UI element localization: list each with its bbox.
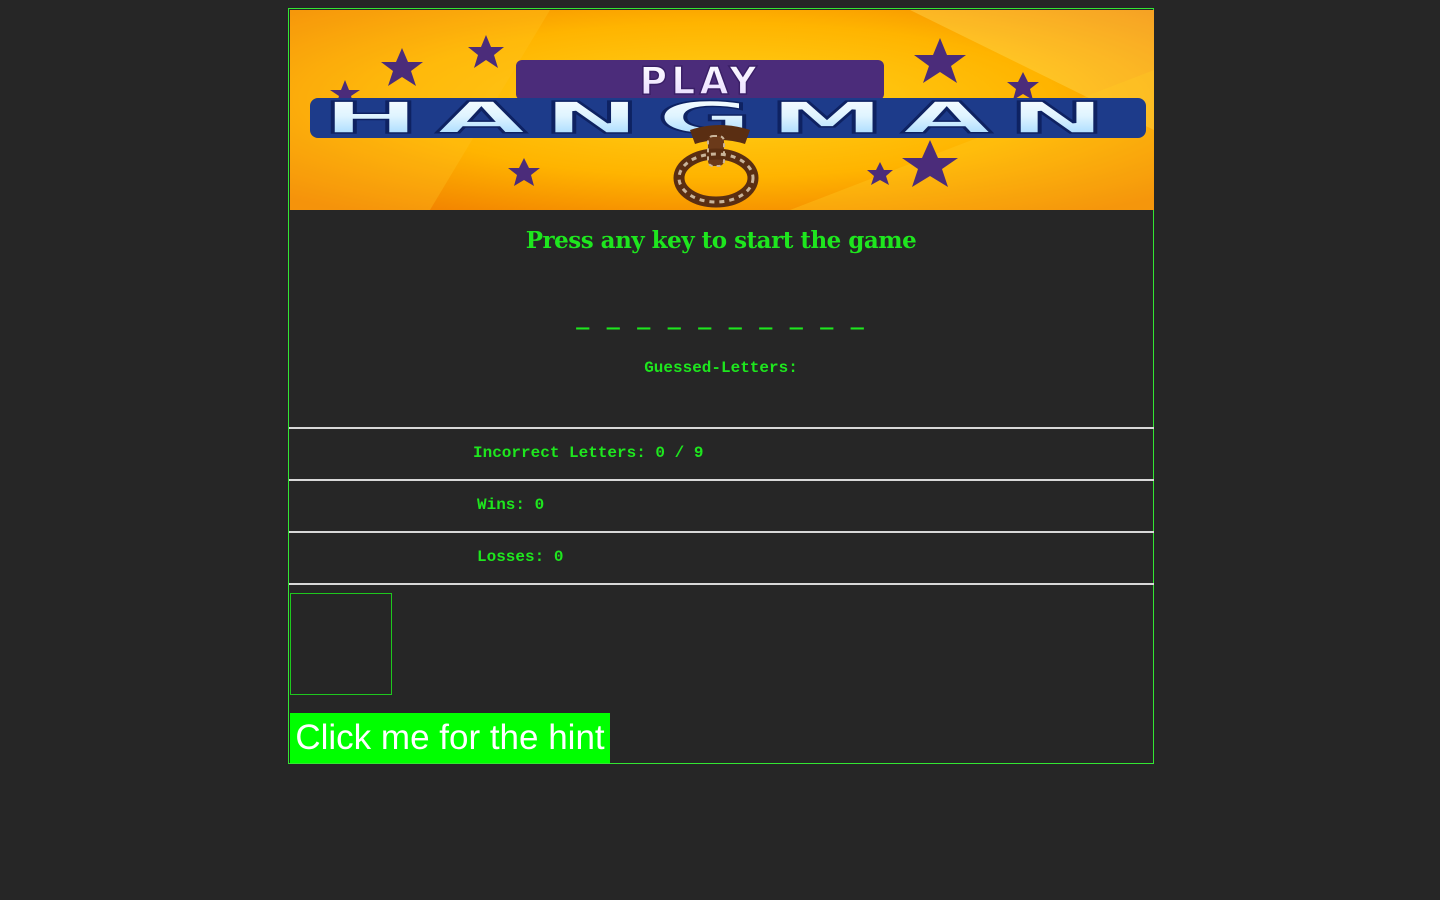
wins-count: Wins: 0 [477,496,545,514]
wins-row: Wins: 0 [289,479,1154,529]
losses-row: Losses: 0 [289,531,1154,581]
word-blanks: _ _ _ _ _ _ _ _ _ _ [576,305,866,330]
guessed-letters-label: Guessed-Letters: [644,359,798,377]
incorrect-letters-count: Incorrect Letters: 0 / 9 [473,444,704,462]
losses-count: Losses: 0 [477,548,564,566]
stats-divider [289,583,1154,585]
incorrect-letters-row: Incorrect Letters: 0 / 9 [289,427,1154,477]
play-hangman-banner: PLAY HANGMAN [290,10,1154,210]
hangman-image-box [290,593,392,695]
hint-button[interactable]: Click me for the hint [290,713,610,763]
start-game-prompt: Press any key to start the game [525,227,917,254]
game-container: PLAY HANGMAN Press any key to start the … [288,8,1154,764]
